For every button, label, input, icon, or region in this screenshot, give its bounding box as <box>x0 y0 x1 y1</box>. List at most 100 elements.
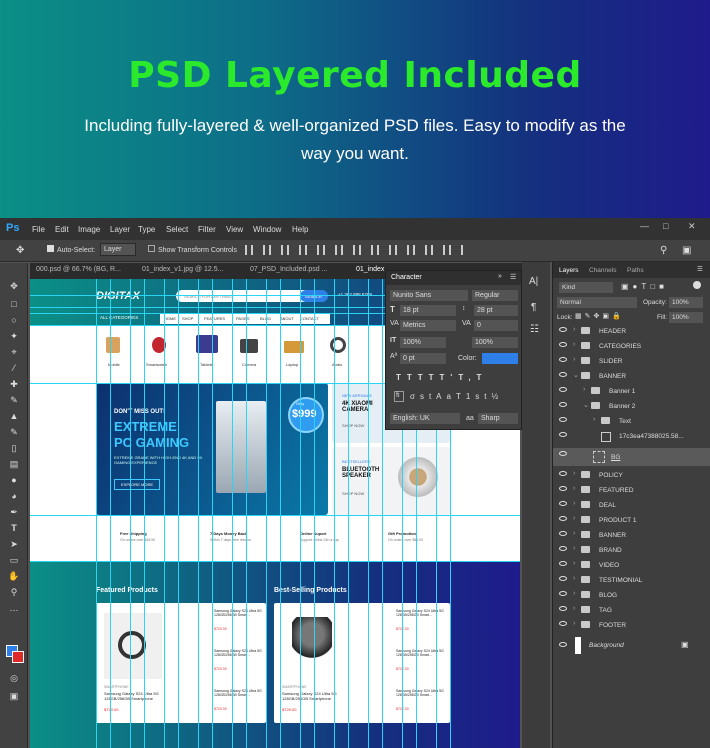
horizontal-scale-input[interactable]: 100% <box>472 337 518 348</box>
history-brush-icon[interactable]: ✎ <box>8 427 20 437</box>
site-nav-pages[interactable]: PAGES <box>236 316 250 321</box>
minimize-icon[interactable]: — <box>640 221 649 231</box>
product-title-3[interactable]: Samsung Galaxy S24 Ultra 5G 128GB/256GB … <box>214 689 262 697</box>
chevron-down-icon[interactable]: ⌄ <box>573 371 579 379</box>
chevron-right-icon[interactable]: › <box>573 500 575 507</box>
layer-row-selected[interactable]: BG <box>553 448 710 466</box>
chevron-right-icon[interactable]: › <box>573 575 575 582</box>
layer-row[interactable]: › PRODUCT 1 <box>553 513 710 527</box>
chevron-down-icon[interactable]: ⌄ <box>583 401 589 409</box>
baseline-input[interactable]: 0 pt <box>400 353 446 364</box>
menu-file[interactable]: File <box>32 225 45 234</box>
path-select-icon[interactable]: ➤ <box>8 539 20 549</box>
auto-select-dropdown[interactable]: Layer <box>100 243 136 256</box>
site-nav-shop[interactable]: SHOP <box>182 316 193 321</box>
eye-icon[interactable] <box>559 576 567 581</box>
lasso-icon[interactable]: ○ <box>8 315 20 325</box>
chevron-right-icon[interactable]: › <box>583 386 585 393</box>
eye-icon[interactable] <box>559 451 567 456</box>
tab-000-psd[interactable]: 000.psd @ 66.7% (BG, R... <box>36 266 121 273</box>
filter-toggle[interactable] <box>693 281 701 289</box>
collapse-icon[interactable]: » <box>498 273 502 280</box>
dodge-icon[interactable]: ◕ <box>8 491 20 501</box>
menu-image[interactable]: Image <box>78 225 100 234</box>
font-style-select[interactable]: Regular <box>472 290 518 301</box>
antialias-select[interactable]: Sharp <box>478 413 518 424</box>
product-title-1[interactable]: Samsung Galaxy S24 Ultra 5G 128GB/256GB … <box>214 609 262 617</box>
hand-icon[interactable]: ✋ <box>8 571 20 581</box>
type-icon[interactable]: T <box>8 523 20 533</box>
eye-icon[interactable] <box>559 372 567 377</box>
chevron-right-icon[interactable]: › <box>573 326 575 333</box>
quick-mask-icon[interactable]: ◎ <box>8 673 20 683</box>
tab-index-active[interactable]: 01_index <box>356 266 384 273</box>
menu-select[interactable]: Select <box>166 225 188 234</box>
eye-icon[interactable] <box>559 501 567 506</box>
featured-card[interactable]: SMARTPHONE Samsung Galaxy S24 Ultra 5G 1… <box>96 603 266 723</box>
site-nav-features[interactable]: FEATURES <box>204 316 225 321</box>
language-select[interactable]: English: UK <box>390 413 460 424</box>
eye-icon[interactable] <box>559 417 567 422</box>
layer-row[interactable]: ⌄ Banner 2 <box>553 399 710 413</box>
eye-icon[interactable] <box>559 357 567 362</box>
eye-icon[interactable] <box>559 591 567 596</box>
close-icon[interactable]: ✕ <box>688 221 696 232</box>
filter-icons[interactable]: ▣●T□■ <box>621 282 668 291</box>
menu-filter[interactable]: Filter <box>198 225 216 234</box>
banner-explore-button[interactable]: EXPLORE MORE <box>114 479 161 490</box>
chevron-right-icon[interactable]: › <box>573 590 575 597</box>
chevron-right-icon[interactable]: › <box>573 485 575 492</box>
category-laptop[interactable]: Laptop <box>286 362 298 367</box>
screen-mode-icon[interactable]: ▣ <box>8 691 20 701</box>
category-camera[interactable]: Camera <box>242 362 256 367</box>
pen-icon[interactable]: ✒ <box>8 507 20 517</box>
menu-type[interactable]: Type <box>138 225 155 234</box>
gradient-icon[interactable]: ▤ <box>8 459 20 469</box>
eraser-icon[interactable]: ▯ <box>8 443 20 453</box>
brush-icon[interactable]: ✎ <box>8 395 20 405</box>
menu-layer[interactable]: Layer <box>110 225 130 234</box>
layer-row[interactable]: › POLICY <box>553 468 710 482</box>
chevron-right-icon[interactable]: › <box>593 416 595 423</box>
tab-psd-included[interactable]: 07_PSD_Included.psd ... <box>250 266 327 273</box>
tab-index-v1[interactable]: 01_index_v1.jpg @ 12.5... <box>142 266 223 273</box>
maximize-icon[interactable]: □ <box>663 221 668 231</box>
menu-view[interactable]: View <box>226 225 243 234</box>
eye-icon[interactable] <box>559 561 567 566</box>
menu-window[interactable]: Window <box>253 225 281 234</box>
menu-edit[interactable]: Edit <box>55 225 69 234</box>
chevron-right-icon[interactable]: › <box>573 560 575 567</box>
site-nav-home[interactable]: HOME <box>164 316 176 321</box>
layer-row[interactable]: › TESTIMONIAL <box>553 573 710 587</box>
chevron-right-icon[interactable]: › <box>573 545 575 552</box>
auto-select-checkbox[interactable] <box>47 245 54 252</box>
type-style-buttons[interactable]: TTTTT'T,T <box>396 373 487 382</box>
site-nav-about[interactable]: ABOUT <box>280 316 294 321</box>
zoom-icon[interactable]: ⚲ <box>8 587 20 597</box>
eye-icon[interactable] <box>559 642 567 647</box>
side-banner-camera-button[interactable]: SHOP NOW <box>342 423 364 428</box>
tab-paths[interactable]: Paths <box>627 267 644 274</box>
tab-layers[interactable]: Layers <box>559 267 579 274</box>
opentype-buttons[interactable]: σstAaT1st½ <box>410 392 503 401</box>
character-panel-icon[interactable]: A| <box>529 276 538 287</box>
layer-row[interactable]: › DEAL <box>553 498 710 512</box>
crop-icon[interactable]: ⌖ <box>8 347 20 357</box>
tab-channels[interactable]: Channels <box>589 267 616 274</box>
layer-row[interactable]: › FEATURED <box>553 483 710 497</box>
layer-row[interactable]: ⌄ BANNER <box>553 369 710 383</box>
stamp-icon[interactable]: ▲ <box>8 411 20 421</box>
eye-icon[interactable] <box>559 342 567 347</box>
paragraph-panel-icon[interactable]: ¶ <box>531 302 536 313</box>
chevron-right-icon[interactable]: › <box>573 356 575 363</box>
eye-icon[interactable] <box>559 546 567 551</box>
menu-help[interactable]: Help <box>292 225 308 234</box>
opacity-input[interactable]: 100% <box>669 297 703 308</box>
layer-row[interactable]: › Text <box>553 414 710 428</box>
transform-checkbox[interactable] <box>148 245 155 252</box>
healing-icon[interactable]: ✚ <box>8 379 20 389</box>
layer-row[interactable]: 17c3ea47388025.58... <box>553 429 710 445</box>
blur-icon[interactable]: ● <box>8 475 20 485</box>
glyphs-panel-icon[interactable]: ☷ <box>530 324 539 335</box>
search-icon[interactable]: ⚲ <box>660 245 667 256</box>
